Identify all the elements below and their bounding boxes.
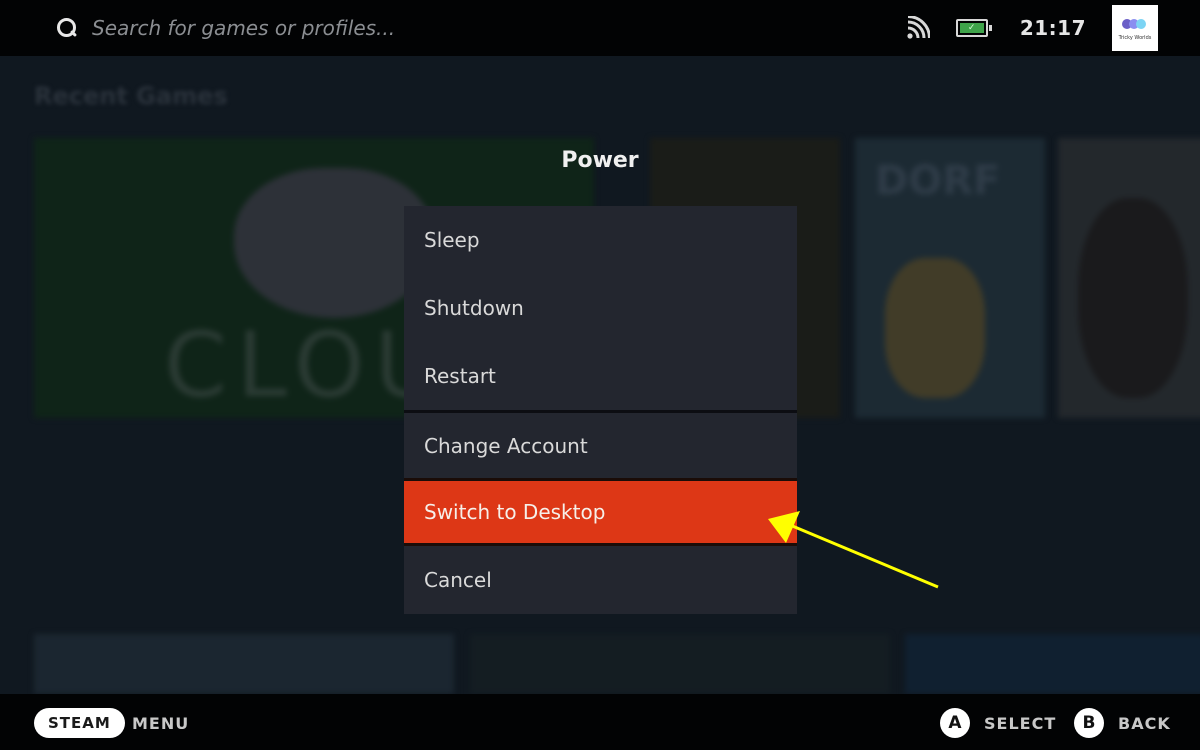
search-bar[interactable]: Search for games or profiles... <box>56 12 395 44</box>
power-menu-title: Power <box>561 148 639 173</box>
status-area: ✓ 21:17 Tricky Worlds <box>906 4 1158 52</box>
menu-item-sleep[interactable]: Sleep <box>404 206 797 274</box>
recent-games-heading: Recent Games <box>34 82 228 110</box>
back-hint[interactable]: B BACK <box>1074 708 1171 738</box>
search-icon <box>56 17 78 39</box>
menu-item-switch-to-desktop[interactable]: Switch to Desktop <box>404 478 797 546</box>
steam-button[interactable]: STEAM <box>34 708 125 738</box>
game-card[interactable] <box>1058 138 1200 418</box>
a-button-icon: A <box>940 708 970 738</box>
top-bar: Search for games or profiles... ✓ 21:17 … <box>0 0 1200 56</box>
menu-item-restart[interactable]: Restart <box>404 342 797 410</box>
menu-label: MENU <box>132 714 190 733</box>
search-placeholder[interactable]: Search for games or profiles... <box>92 16 395 40</box>
battery-charging-icon: ✓ <box>955 19 992 37</box>
game-art-character <box>1078 198 1188 398</box>
game-art-character <box>885 258 985 398</box>
back-label: BACK <box>1118 713 1171 733</box>
clock: 21:17 <box>1019 16 1086 40</box>
power-menu: Sleep Shutdown Restart Change Account Sw… <box>404 206 797 614</box>
wifi-icon <box>907 16 930 39</box>
game-card[interactable]: DORF <box>855 138 1045 418</box>
shelf-card[interactable] <box>470 634 890 694</box>
annotation-arrow-icon <box>768 511 939 589</box>
select-label: SELECT <box>984 713 1057 733</box>
menu-item-change-account[interactable]: Change Account <box>404 410 797 478</box>
select-hint[interactable]: A SELECT <box>940 708 1056 738</box>
avatar-label: Tricky Worlds <box>1118 35 1152 41</box>
b-button-icon: B <box>1074 708 1104 738</box>
shelf-card[interactable] <box>34 634 454 694</box>
avatar[interactable]: Tricky Worlds <box>1112 5 1158 51</box>
shelf-card[interactable] <box>905 634 1200 694</box>
menu-item-cancel[interactable]: Cancel <box>404 546 797 614</box>
menu-item-shutdown[interactable]: Shutdown <box>404 274 797 342</box>
bottom-bar: STEAM MENU A SELECT B BACK <box>0 694 1200 750</box>
